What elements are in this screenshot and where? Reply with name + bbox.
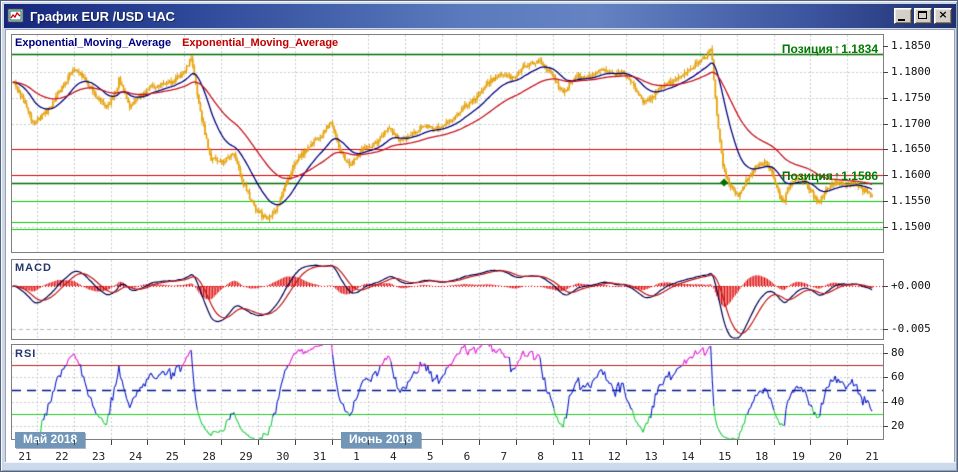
chart-app-icon	[7, 8, 25, 24]
month-badge-may: Май 2018	[15, 432, 86, 448]
month-badge-june: Июнь 2018	[341, 432, 421, 448]
maximize-button[interactable]	[914, 8, 932, 24]
maximize-icon	[918, 11, 927, 19]
up-arrow-icon: ↑	[833, 41, 841, 56]
position-1-price: 1.1834	[841, 42, 878, 56]
legend-ema-slow[interactable]: Exponential_Moving_Average	[182, 37, 338, 49]
position-label-1: Позиция↑1.1834	[782, 41, 878, 56]
macd-panel-title: MACD	[15, 262, 52, 274]
close-button[interactable]: ×	[934, 8, 952, 24]
minimize-icon	[898, 19, 905, 21]
position-2-text: Позиция	[781, 169, 833, 183]
rsi-chart-canvas[interactable]	[12, 345, 883, 439]
app-window: График EUR /USD ЧАС × Exponential_Moving…	[0, 0, 958, 472]
legend-ema-fast[interactable]: Exponential_Moving_Average	[15, 37, 171, 49]
title-bar[interactable]: График EUR /USD ЧАС ×	[4, 4, 956, 28]
price-chart-canvas[interactable]	[12, 35, 883, 252]
up-arrow-icon: ↑	[833, 168, 841, 183]
window-bottom-frame	[4, 462, 956, 468]
rsi-panel[interactable]	[11, 344, 884, 440]
macd-chart-canvas[interactable]	[12, 260, 883, 339]
indicator-legend: Exponential_Moving_Average Exponential_Mo…	[15, 37, 338, 49]
price-panel[interactable]	[11, 34, 884, 253]
window-title: График EUR /USD ЧАС	[30, 8, 175, 24]
minimize-button[interactable]	[894, 8, 912, 24]
position-label-2: Позиция↑1.1586	[782, 168, 878, 183]
macd-panel[interactable]	[11, 259, 884, 340]
rsi-panel-title: RSI	[15, 348, 37, 360]
position-1-text: Позиция	[781, 42, 833, 56]
position-2-price: 1.1586	[841, 169, 878, 183]
window-controls: ×	[894, 8, 952, 24]
close-icon: ×	[938, 8, 948, 21]
